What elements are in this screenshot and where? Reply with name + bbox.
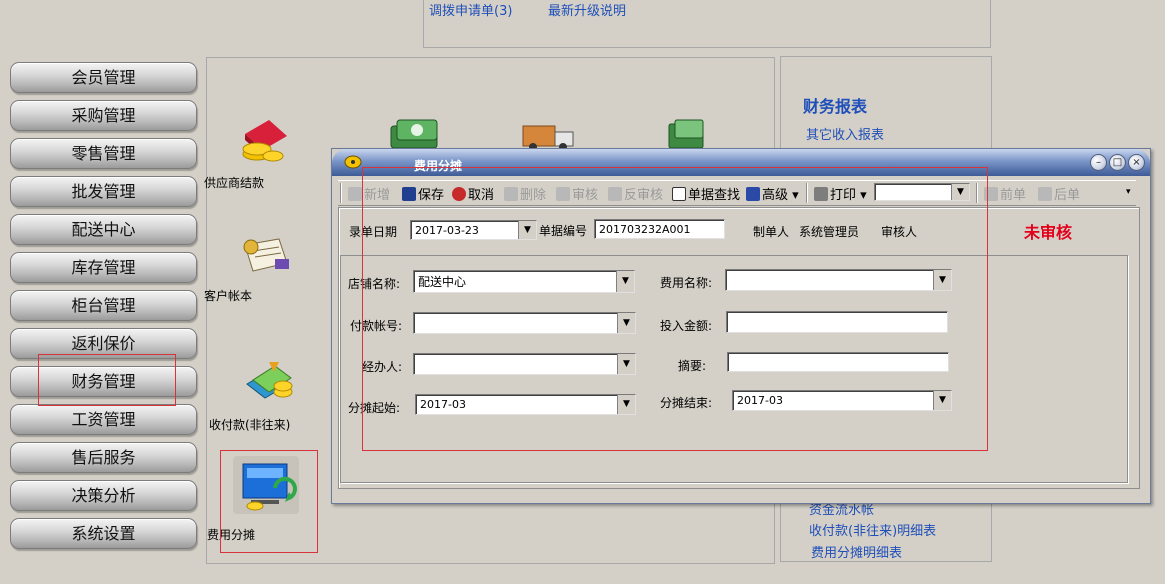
module-expense-allocation[interactable]: 费用分摊 [207, 452, 327, 542]
printer-icon [814, 187, 828, 201]
start-period-select[interactable]: 2017-03 ▼ [415, 394, 636, 415]
nav-rebate[interactable]: 返利保价 [10, 328, 197, 359]
date-picker[interactable]: 2017-03-23 ▼ [410, 220, 537, 240]
maximize-icon[interactable]: □ [1109, 154, 1126, 171]
toolbar-grip [340, 183, 342, 203]
chevron-down-icon[interactable]: ▼ [933, 270, 951, 290]
dialog-titlebar[interactable]: 费用分摊 – □ × [332, 149, 1150, 176]
find-document-button[interactable]: 单据查找 [672, 184, 740, 203]
app-icon [344, 155, 362, 172]
report-expense-allocation-detail[interactable]: 费用分摊明细表 [811, 542, 902, 561]
expense-allocation-dialog: 费用分摊 – □ × 新增 保存 取消 删除 审核 反审核 单据查找 高级 ▾ … [331, 148, 1151, 504]
supplier-payment-icon [242, 120, 287, 162]
docno-field[interactable]: 201703232A001 [594, 219, 725, 239]
handler-select[interactable]: ▼ [413, 353, 636, 375]
close-icon[interactable]: × [1128, 154, 1145, 171]
minimize-icon[interactable]: – [1090, 154, 1107, 171]
toolbar-overflow-icon[interactable]: ▾ [1126, 187, 1131, 197]
toolbar-separator [806, 183, 808, 203]
module-label: 供应商结款 [204, 176, 265, 190]
maker-label: 制单人 [753, 225, 790, 239]
amount-input[interactable] [726, 311, 948, 333]
account-select[interactable]: ▼ [413, 312, 636, 334]
maker-value: 系统管理员 [799, 225, 860, 239]
next-doc-button[interactable]: 后单 [1038, 184, 1080, 203]
expense-name-label: 费用名称: [660, 276, 713, 290]
end-period-select[interactable]: 2017-03 ▼ [732, 390, 952, 411]
save-button[interactable]: 保存 [402, 184, 444, 203]
arrow-left-icon [984, 187, 998, 201]
transfer-request-link[interactable]: 调拨申请单(3) [429, 0, 512, 19]
chevron-down-icon[interactable]: ▼ [933, 391, 951, 410]
handler-label: 经办人: [362, 360, 403, 374]
module-label: 收付款(非往来) [209, 418, 291, 432]
nav-decision[interactable]: 决策分析 [10, 480, 197, 511]
unaudit-icon [608, 187, 622, 201]
cancel-icon [452, 187, 466, 201]
new-button[interactable]: 新增 [348, 184, 390, 203]
nav-distribution[interactable]: 配送中心 [10, 214, 197, 245]
delete-icon [504, 187, 518, 201]
nav-counter[interactable]: 柜台管理 [10, 290, 197, 321]
floppy-icon [402, 187, 416, 201]
dialog-title: 费用分摊 [414, 159, 463, 173]
top-notice-panel: 调拨申请单(3) 最新升级说明 [423, 0, 991, 48]
reviewer-label: 审核人 [881, 225, 918, 239]
module-supplier-payment[interactable]: 供应商结款 [204, 116, 324, 190]
expense-name-select[interactable]: ▼ [725, 269, 952, 291]
amount-label: 投入金额: [660, 319, 713, 333]
non-trade-payment-icon [246, 362, 293, 399]
start-label: 分摊起始: [348, 401, 401, 415]
advanced-button[interactable]: 高级 ▾ [746, 184, 799, 203]
module-label: 费用分摊 [207, 528, 256, 542]
end-label: 分摊结束: [660, 396, 713, 410]
chevron-down-icon[interactable]: ▼ [617, 354, 635, 374]
new-doc-icon [348, 187, 362, 201]
nav-salary[interactable]: 工资管理 [10, 404, 197, 435]
account-label: 付款帐号: [350, 319, 403, 333]
report-non-trade-detail[interactable]: 收付款(非往来)明细表 [809, 520, 936, 539]
shield-icon [746, 187, 760, 201]
customer-ledger-icon [243, 238, 289, 272]
status-badge: 未审核 [1024, 223, 1073, 242]
docno-label: 单据编号 [539, 224, 588, 238]
print-button[interactable]: 打印 ▾ [814, 184, 867, 203]
chevron-down-icon[interactable]: ▼ [616, 271, 634, 292]
audit-button[interactable]: 审核 [556, 184, 598, 203]
unaudit-button[interactable]: 反审核 [608, 184, 663, 203]
cancel-button[interactable]: 取消 [452, 184, 494, 203]
report-other-income[interactable]: 其它收入报表 [806, 124, 884, 143]
print-template-select[interactable]: ▼ [874, 183, 970, 201]
nav-retail[interactable]: 零售管理 [10, 138, 197, 169]
summary-label: 摘要: [678, 359, 707, 373]
nav-wholesale[interactable]: 批发管理 [10, 176, 197, 207]
document-search-icon [672, 187, 686, 201]
prev-doc-button[interactable]: 前单 [984, 184, 1026, 203]
summary-input[interactable] [727, 352, 949, 372]
date-label: 录单日期 [349, 225, 398, 239]
nav-member[interactable]: 会员管理 [10, 62, 197, 93]
nav-finance[interactable]: 财务管理 [10, 366, 197, 397]
arrow-right-icon [1038, 187, 1052, 201]
nav-purchase[interactable]: 采购管理 [10, 100, 197, 131]
upgrade-notes-link[interactable]: 最新升级说明 [548, 0, 626, 19]
expense-allocation-icon [233, 456, 299, 514]
audit-stamp-icon [556, 187, 570, 201]
nav-aftersale[interactable]: 售后服务 [10, 442, 197, 473]
chevron-down-icon[interactable]: ▼ [617, 313, 635, 333]
module-customer-ledger[interactable]: 客户帐本 [204, 233, 324, 303]
dialog-toolbar: 新增 保存 取消 删除 审核 反审核 单据查找 高级 ▾ 打印 ▾ ▼ 前单 后… [338, 180, 1136, 206]
delete-button[interactable]: 删除 [504, 184, 546, 203]
store-label: 店铺名称: [348, 277, 401, 291]
chevron-down-icon[interactable]: ▼ [951, 184, 969, 200]
module-non-trade-payment[interactable]: 收付款(非往来) [209, 358, 329, 432]
nav-inventory[interactable]: 库存管理 [10, 252, 197, 283]
toolbar-separator [976, 183, 978, 203]
store-select[interactable]: 配送中心 ▼ [413, 270, 635, 293]
chevron-down-icon[interactable]: ▼ [617, 395, 635, 414]
chevron-down-icon[interactable]: ▼ [518, 221, 536, 239]
nav-system[interactable]: 系统设置 [10, 518, 197, 549]
reports-title: 财务报表 [803, 97, 868, 116]
module-label: 客户帐本 [204, 289, 253, 303]
